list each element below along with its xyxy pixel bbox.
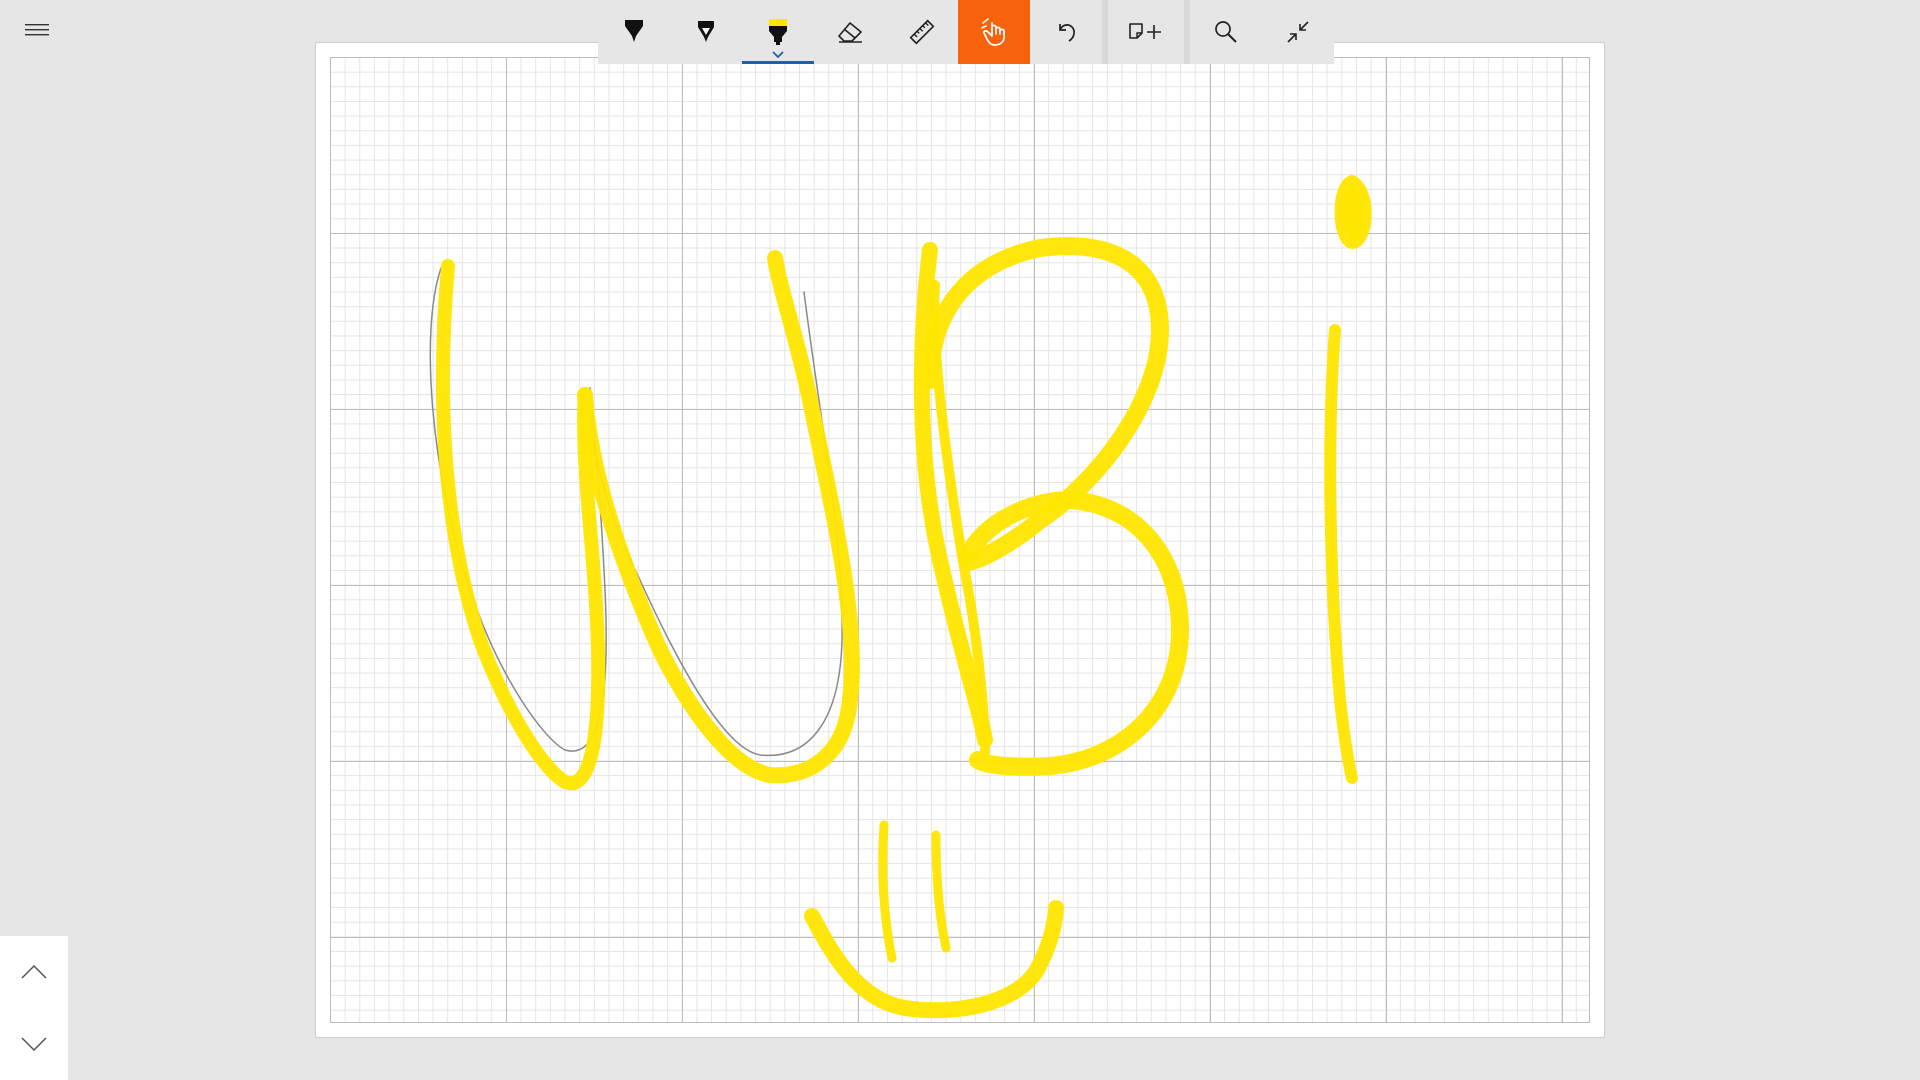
chevron-down-icon xyxy=(772,51,784,58)
add-page-button[interactable] xyxy=(1108,0,1184,64)
undo-icon xyxy=(1059,24,1075,42)
exit-full-screen-button[interactable] xyxy=(1262,0,1334,64)
eraser-button[interactable] xyxy=(814,0,886,64)
eraser-icon xyxy=(838,22,862,43)
zoom-icon xyxy=(1215,21,1237,43)
ballpoint-pen-icon xyxy=(625,20,643,42)
pencil-icon xyxy=(698,21,714,42)
chevron-up-icon xyxy=(21,965,47,979)
hamburger-icon xyxy=(25,24,49,36)
highlighter-icon xyxy=(769,19,787,45)
drawing-page[interactable] xyxy=(315,42,1605,1038)
previous-page-button[interactable] xyxy=(0,936,68,1008)
ruler-icon xyxy=(909,19,935,45)
collapse-icon xyxy=(1287,21,1309,43)
pencil-button[interactable] xyxy=(670,0,742,64)
zoom-button[interactable] xyxy=(1190,0,1262,64)
highlighter-button[interactable] xyxy=(742,0,814,64)
ruler-button[interactable] xyxy=(886,0,958,64)
ballpoint-pen-button[interactable] xyxy=(598,0,670,64)
touch-writing-button[interactable] xyxy=(958,0,1030,64)
whiteboard-app xyxy=(0,0,1920,1080)
undo-button[interactable] xyxy=(1030,0,1102,64)
menu-button[interactable] xyxy=(14,10,60,50)
chevron-down-icon xyxy=(21,1037,47,1051)
grid-canvas[interactable] xyxy=(330,57,1590,1023)
page-navigation xyxy=(0,936,68,1080)
add-page-icon xyxy=(1129,23,1161,39)
ink-toolbar xyxy=(598,0,1334,64)
touch-writing-icon xyxy=(981,18,1005,46)
next-page-button[interactable] xyxy=(0,1008,68,1080)
